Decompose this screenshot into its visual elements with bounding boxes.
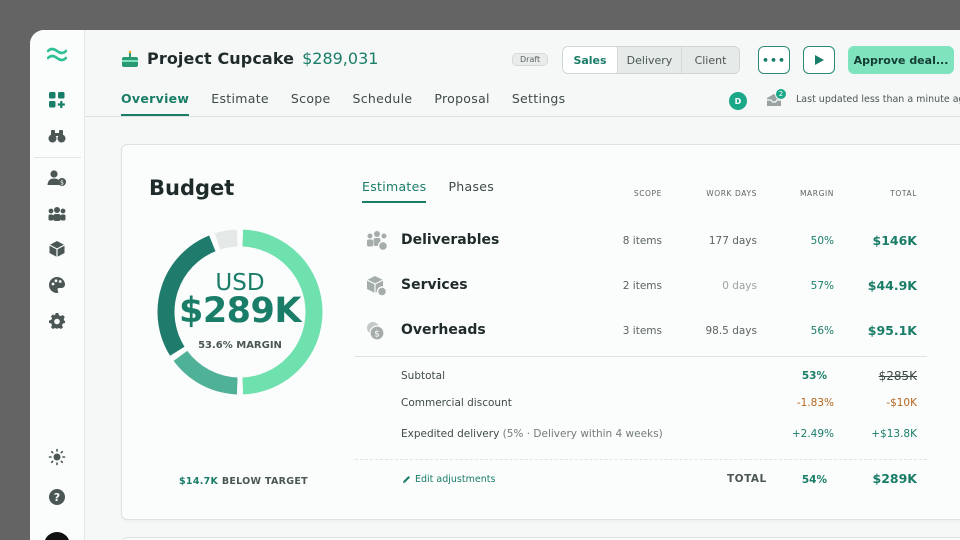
row-total: $95.1K bbox=[867, 323, 917, 338]
tab-proposal[interactable]: Proposal bbox=[434, 91, 489, 116]
project-title-row: Project Cupcake $289,031 bbox=[121, 49, 378, 68]
box-icon bbox=[365, 275, 388, 297]
app-window: $ ? Project Cupcake $289,031 Draft Sales… bbox=[30, 30, 960, 540]
expedited-note: (5% · Delivery within 4 weeks) bbox=[502, 428, 663, 440]
row-name[interactable]: Services bbox=[401, 277, 468, 293]
row-scope: 2 items bbox=[622, 280, 662, 292]
estimate-tabs: Estimates Phases bbox=[362, 179, 516, 203]
dashed-divider bbox=[355, 459, 927, 460]
help-icon[interactable]: ? bbox=[46, 486, 68, 508]
approve-deal-button[interactable]: Approve deal... bbox=[848, 46, 954, 74]
row-margin: 57% bbox=[810, 280, 834, 292]
client-money-icon[interactable]: $ bbox=[46, 167, 68, 189]
budget-card: Budget USD $289K 53.6% MARGIN $14.7K BEL… bbox=[121, 144, 960, 520]
col-margin: MARGIN bbox=[799, 189, 834, 198]
logo-icon[interactable] bbox=[46, 44, 68, 66]
row-days: 0 days bbox=[722, 280, 757, 292]
expedited-total: +$13.8K bbox=[871, 428, 917, 440]
more-button[interactable]: ••• bbox=[758, 46, 790, 74]
row-margin: 50% bbox=[810, 235, 834, 247]
settings-gear-icon[interactable] bbox=[46, 310, 68, 332]
subtotal-label: Subtotal bbox=[401, 370, 445, 382]
tab-estimate[interactable]: Estimate bbox=[211, 91, 269, 116]
col-total: TOTAL bbox=[890, 189, 917, 198]
edit-adjustments-link[interactable]: Edit adjustments bbox=[402, 474, 495, 485]
tab-phases[interactable]: Phases bbox=[448, 179, 494, 203]
view-delivery[interactable]: Delivery bbox=[617, 47, 681, 73]
row-days: 177 days bbox=[708, 235, 757, 247]
donut-amount: $289K bbox=[178, 291, 302, 331]
col-work-days: WORK DAYS bbox=[706, 189, 757, 198]
grand-total-label: TOTAL bbox=[727, 473, 767, 485]
collaborator-avatar[interactable]: D bbox=[729, 92, 747, 110]
estimate-row[interactable]: $ Overheads 3 items 98.5 days 56% $95.1K bbox=[362, 320, 922, 344]
row-margin: 56% bbox=[810, 325, 834, 337]
below-target: $14.7K BELOW TARGET bbox=[179, 476, 308, 487]
estimate-row[interactable]: Services 2 items 0 days 57% $44.9K bbox=[362, 275, 922, 299]
row-scope: 8 items bbox=[622, 235, 662, 247]
below-target-label: BELOW TARGET bbox=[221, 476, 308, 487]
people-icon bbox=[365, 230, 389, 252]
grand-total-margin: 54% bbox=[801, 474, 827, 486]
tab-settings[interactable]: Settings bbox=[512, 91, 566, 116]
main-area: Project Cupcake $289,031 Draft Sales Del… bbox=[85, 30, 960, 540]
edit-adjustments-label: Edit adjustments bbox=[415, 474, 496, 485]
project-amount: $289,031 bbox=[302, 49, 379, 68]
subtotal-margin: 53% bbox=[801, 370, 827, 382]
cube-icon[interactable] bbox=[46, 238, 68, 260]
expedited-row: Expedited delivery (5% · Delivery within… bbox=[401, 428, 663, 440]
row-total: $44.9K bbox=[867, 278, 917, 293]
row-scope: 3 items bbox=[622, 325, 662, 337]
budget-title: Budget bbox=[149, 176, 235, 200]
tab-estimates[interactable]: Estimates bbox=[362, 179, 427, 203]
brightness-icon[interactable] bbox=[46, 446, 68, 468]
coins-icon: $ bbox=[365, 320, 387, 342]
tab-scope[interactable]: Scope bbox=[291, 91, 331, 116]
donut-center: USD $289K 53.6% MARGIN bbox=[155, 227, 325, 397]
binoculars-icon[interactable] bbox=[46, 125, 68, 147]
play-button[interactable] bbox=[803, 46, 835, 74]
dashboard-add-icon[interactable] bbox=[46, 89, 68, 111]
more-icon: ••• bbox=[761, 53, 787, 67]
below-target-amount: $14.7K bbox=[179, 476, 219, 487]
team-icon[interactable] bbox=[46, 203, 68, 225]
user-avatar[interactable] bbox=[44, 532, 70, 540]
view-switch: Sales Delivery Client bbox=[562, 46, 740, 74]
row-total: $146K bbox=[872, 233, 917, 248]
row-name[interactable]: Deliverables bbox=[401, 232, 499, 248]
discount-total: -$10K bbox=[886, 397, 917, 409]
pencil-icon bbox=[403, 476, 410, 483]
view-sales[interactable]: Sales bbox=[563, 47, 617, 73]
col-scope: SCOPE bbox=[633, 189, 662, 198]
tab-bar: Overview Estimate Scope Schedule Proposa… bbox=[121, 91, 587, 116]
svg-text:$: $ bbox=[374, 330, 380, 340]
palette-icon[interactable] bbox=[46, 274, 68, 296]
row-days: 98.5 days bbox=[705, 325, 757, 337]
cake-icon bbox=[121, 50, 139, 68]
header: Project Cupcake $289,031 Draft Sales Del… bbox=[85, 30, 960, 117]
subtotal-total: $285K bbox=[878, 369, 917, 383]
estimate-row[interactable]: Deliverables 8 items 177 days 50% $146K bbox=[362, 230, 922, 254]
expedited-label: Expedited delivery bbox=[401, 428, 500, 440]
inbox-count-badge: 2 bbox=[775, 88, 787, 100]
grand-total-value: $289K bbox=[872, 471, 917, 486]
view-client[interactable]: Client bbox=[681, 47, 739, 73]
svg-text:$: $ bbox=[60, 180, 64, 187]
play-icon bbox=[815, 55, 824, 65]
expedited-margin: +2.49% bbox=[791, 428, 834, 440]
discount-margin: -1.83% bbox=[796, 397, 834, 409]
status-badge: Draft bbox=[512, 53, 549, 66]
row-name[interactable]: Overheads bbox=[401, 322, 486, 338]
sidebar-divider bbox=[34, 157, 81, 158]
sidebar: $ ? bbox=[30, 30, 85, 540]
discount-label: Commercial discount bbox=[401, 397, 512, 409]
project-name: Project Cupcake bbox=[147, 49, 295, 68]
divider bbox=[355, 356, 927, 357]
tab-schedule[interactable]: Schedule bbox=[353, 91, 413, 116]
donut-margin: 53.6% MARGIN bbox=[198, 340, 282, 351]
svg-text:?: ? bbox=[54, 491, 60, 504]
last-updated-text: Last updated less than a minute ago bbox=[796, 94, 960, 105]
tab-overview[interactable]: Overview bbox=[121, 91, 190, 116]
